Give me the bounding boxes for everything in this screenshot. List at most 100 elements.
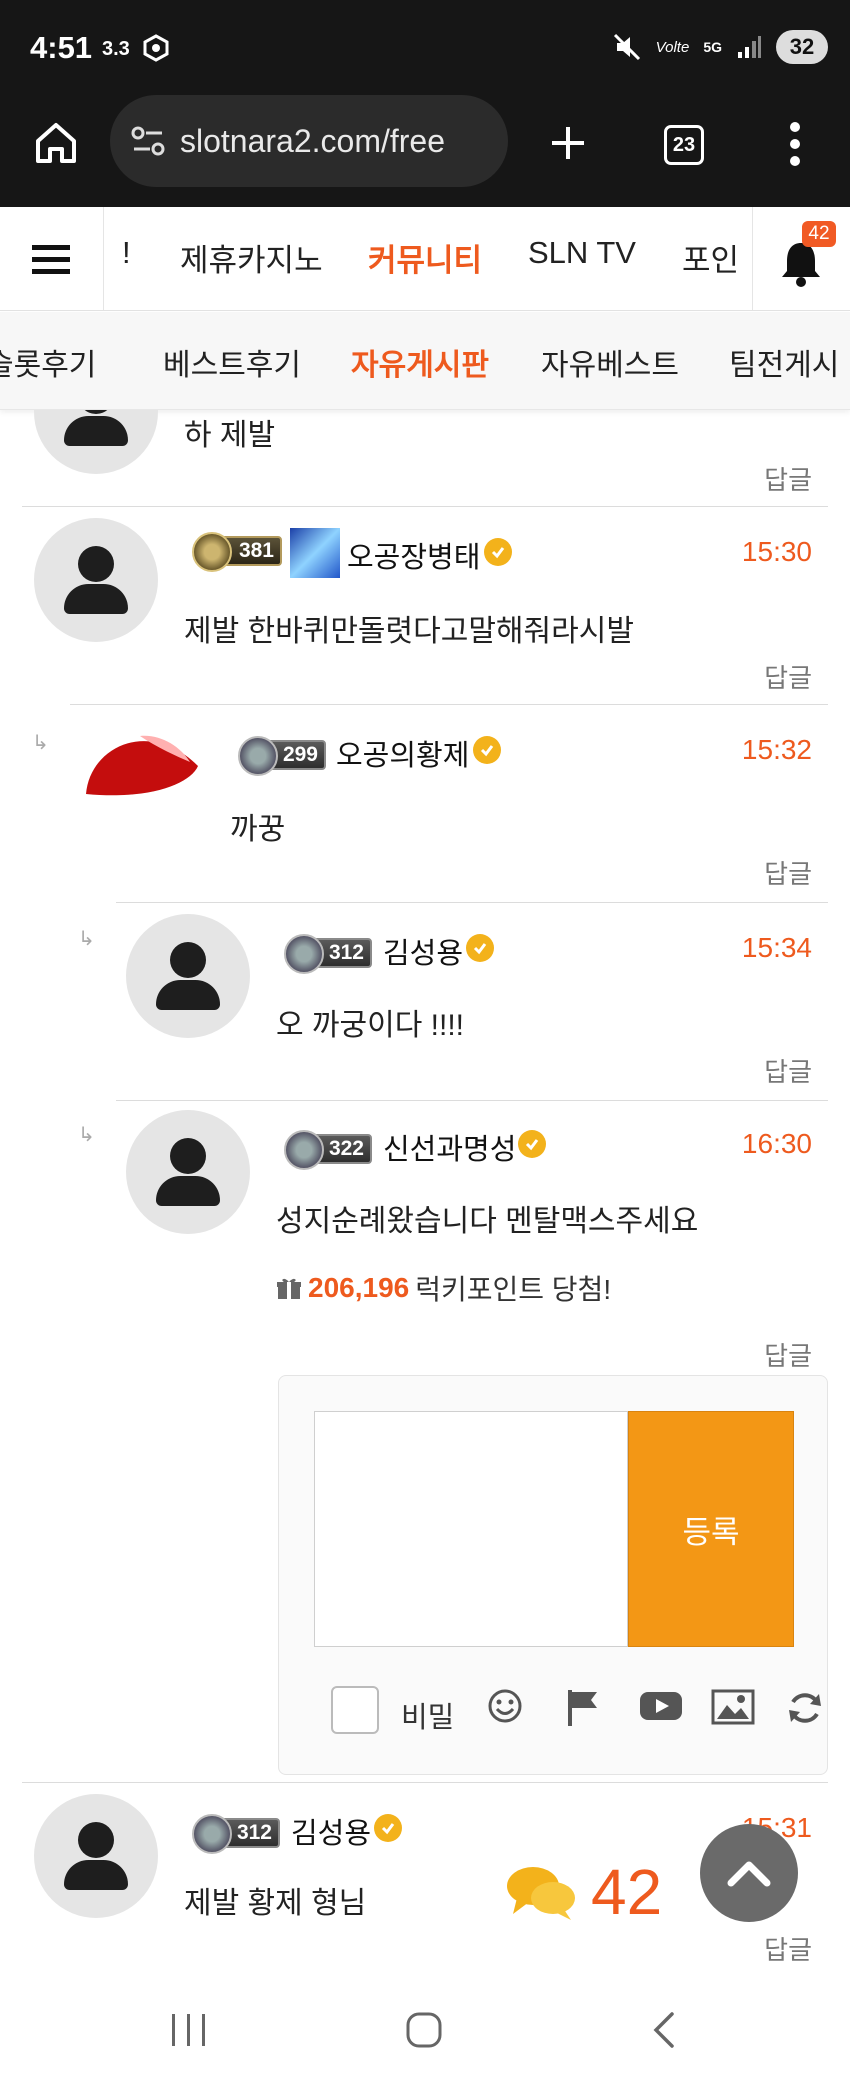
status-bar: 4:51 3.3 Volte 5G 32 xyxy=(0,0,850,95)
reply-link[interactable]: 답글 xyxy=(764,1336,812,1373)
username[interactable]: 오공장병태 xyxy=(347,534,480,576)
home-icon[interactable] xyxy=(30,117,82,169)
comment-count: 42 xyxy=(591,1856,663,1928)
nav-item-notice[interactable]: ! xyxy=(122,235,131,271)
comment-text: 성지순례왔습니다 멘탈맥스주세요 xyxy=(276,1205,699,1238)
verified-icon xyxy=(484,538,512,566)
nav-item-sln-tv[interactable]: SLN TV xyxy=(528,235,636,271)
site-navigation: ! 제휴카지노 커뮤니티 SLN TV 포인 42 xyxy=(0,207,850,311)
user-icon-image xyxy=(290,528,340,578)
level-badge: 322 xyxy=(284,1130,372,1170)
subnav-best-review[interactable]: 베스트후기 xyxy=(163,340,301,384)
address-bar[interactable]: slotnara2.com/free xyxy=(110,95,508,187)
verified-icon xyxy=(473,736,501,764)
recent-apps-icon[interactable] xyxy=(168,2012,210,2048)
reply-arrow-icon: ↳ xyxy=(32,732,49,754)
back-icon[interactable] xyxy=(648,2010,678,2050)
lucky-point-line: 206,196 럭키포인트 당첨! xyxy=(276,1268,611,1308)
username[interactable]: 오공의황제 xyxy=(336,732,469,774)
status-time: 4:51 xyxy=(30,30,93,65)
comment-time: 15:32 xyxy=(741,734,812,765)
divider xyxy=(22,506,828,507)
network-speed: 3.3 xyxy=(102,38,130,60)
reply-link[interactable]: 답글 xyxy=(764,460,812,497)
avatar xyxy=(34,410,158,474)
more-menu-icon[interactable] xyxy=(780,119,810,169)
video-icon[interactable] xyxy=(639,1688,683,1724)
browser-toolbar: slotnara2.com/free 23 xyxy=(0,95,850,207)
scroll-top-button[interactable] xyxy=(700,1824,798,1922)
site-nav-items: ! 제휴카지노 커뮤니티 SLN TV 포인 xyxy=(104,207,750,310)
secret-label: 비밀 xyxy=(401,1702,455,1734)
secret-checkbox[interactable] xyxy=(331,1686,379,1734)
username[interactable]: 김성용 xyxy=(383,930,463,972)
board-sub-navigation: 슬롯후기 베스트후기 자유게시판 자유베스트 팀전게시 xyxy=(0,312,850,410)
nav-item-partner-casino[interactable]: 제휴카지노 xyxy=(180,235,323,280)
avatar xyxy=(34,518,158,642)
level-badge: 312 xyxy=(284,934,372,974)
tab-switcher-button[interactable]: 23 xyxy=(664,125,704,165)
refresh-icon[interactable] xyxy=(785,1688,825,1728)
avatar xyxy=(126,1110,250,1234)
hamburger-menu-button[interactable] xyxy=(0,207,104,310)
reply-link[interactable]: 답글 xyxy=(764,1930,812,1967)
5g-icon: 5G xyxy=(703,39,722,55)
reply-link[interactable]: 답글 xyxy=(764,658,812,695)
home-nav-icon[interactable] xyxy=(404,2010,444,2050)
subnav-free-board[interactable]: 자유게시판 xyxy=(351,340,489,384)
volte-icon: Volte xyxy=(655,38,690,56)
emoji-icon[interactable] xyxy=(487,1688,523,1724)
comment-count-button[interactable]: 42 xyxy=(505,1855,662,1929)
comment-time: 15:34 xyxy=(741,932,812,963)
comment-text: 제발 황제 형님 xyxy=(184,1887,367,1920)
lucky-point-label: 럭키포인트 당첨! xyxy=(415,1274,612,1305)
avatar xyxy=(80,716,204,840)
verified-icon xyxy=(518,1130,546,1158)
verified-icon xyxy=(374,1814,402,1842)
site-settings-icon[interactable] xyxy=(128,121,168,161)
comment-text: 오 까궁이다 !!!! xyxy=(276,1009,465,1042)
signal-icon xyxy=(738,36,761,58)
subnav-free-best[interactable]: 자유베스트 xyxy=(541,340,679,384)
level-badge: 312 xyxy=(192,1814,280,1854)
reply-arrow-icon: ↳ xyxy=(78,1124,95,1146)
comment-time: 16:30 xyxy=(741,1128,812,1159)
verified-icon xyxy=(466,934,494,962)
reply-textarea[interactable] xyxy=(314,1411,628,1647)
chevron-up-icon xyxy=(727,1861,771,1887)
divider xyxy=(116,902,828,903)
username[interactable]: 신선과명성 xyxy=(383,1126,516,1168)
divider xyxy=(70,704,828,705)
comment-text: 제발 한바퀴만돌렷다고말해줘라시발 xyxy=(184,615,634,648)
hamburger-icon xyxy=(31,244,70,274)
subnav-slot-review[interactable]: 슬롯후기 xyxy=(0,340,96,384)
gift-icon xyxy=(277,1278,301,1299)
reply-form: 등록 비밀 xyxy=(278,1375,828,1775)
system-navigation-bar xyxy=(0,1980,850,2086)
comment-time: 15:30 xyxy=(741,536,812,567)
avatar xyxy=(126,914,250,1038)
nav-item-point[interactable]: 포인 xyxy=(682,235,739,280)
divider xyxy=(116,1100,828,1101)
battery-indicator: 32 xyxy=(776,30,828,64)
reply-link[interactable]: 답글 xyxy=(764,1052,812,1089)
reply-link[interactable]: 답글 xyxy=(764,854,812,891)
comment-list: 하 제발 답글 381 오공장병태 15:30 제발 한바퀴만돌렷다고말해줘라시… xyxy=(0,410,850,1980)
vpn-icon xyxy=(143,34,169,62)
submit-button[interactable]: 등록 xyxy=(628,1411,794,1647)
chat-bubbles-icon xyxy=(507,1867,575,1920)
divider xyxy=(22,1782,828,1783)
mute-icon xyxy=(613,33,640,61)
notification-button[interactable]: 42 xyxy=(752,207,850,310)
comment-text: 까꿍 xyxy=(230,813,286,846)
level-badge: 299 xyxy=(238,736,326,776)
subnav-team-board[interactable]: 팀전게시 xyxy=(729,340,839,384)
nav-item-community[interactable]: 커뮤니티 xyxy=(368,235,482,280)
lucky-point-value: 206,196 xyxy=(308,1272,410,1303)
new-tab-icon[interactable] xyxy=(548,123,588,163)
image-icon[interactable] xyxy=(711,1688,755,1726)
url-text: slotnara2.com/free xyxy=(180,122,446,159)
flag-icon[interactable] xyxy=(565,1688,601,1728)
comment-text: 하 제발 xyxy=(184,419,276,452)
username[interactable]: 김성용 xyxy=(291,1810,371,1852)
